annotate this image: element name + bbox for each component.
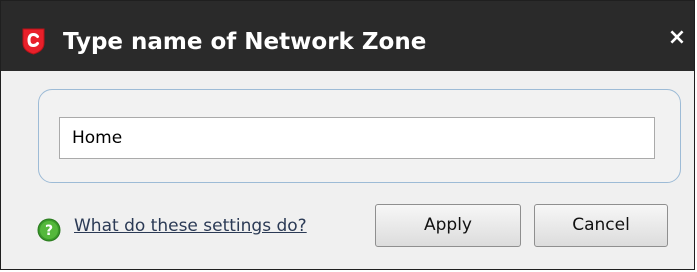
help-link[interactable]: What do these settings do? — [74, 214, 307, 238]
question-icon[interactable]: ? — [37, 218, 61, 242]
zone-name-panel — [38, 89, 681, 183]
network-zone-dialog: Type name of Network Zone × ? What do th… — [0, 0, 695, 270]
title-bar: Type name of Network Zone × — [1, 1, 694, 71]
apply-button[interactable]: Apply — [375, 204, 521, 247]
zone-name-input[interactable] — [59, 117, 655, 159]
dialog-title: Type name of Network Zone — [63, 29, 427, 55]
svg-text:?: ? — [45, 223, 53, 239]
close-icon[interactable]: × — [665, 26, 689, 50]
comodo-shield-icon — [22, 28, 45, 55]
cancel-button[interactable]: Cancel — [534, 204, 668, 247]
